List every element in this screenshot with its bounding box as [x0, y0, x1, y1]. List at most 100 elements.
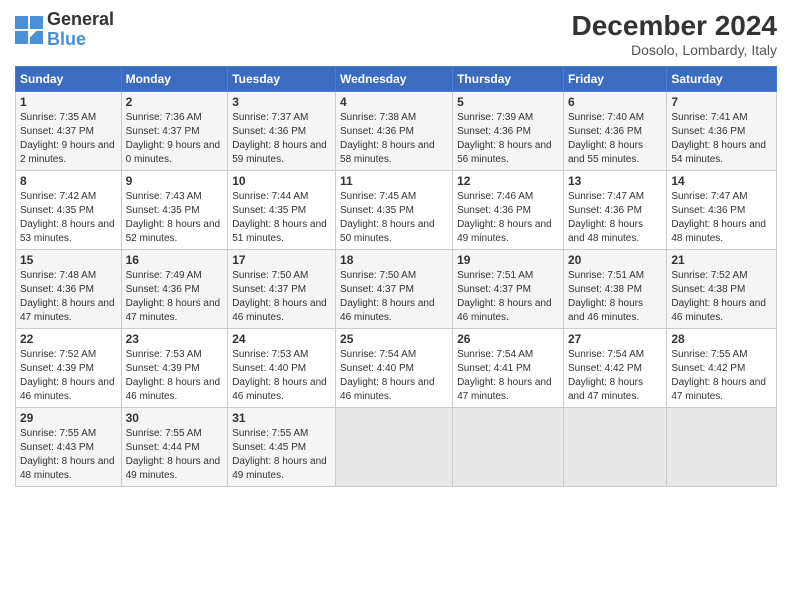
- day-number: 20: [568, 253, 662, 267]
- cell-content: Sunrise: 7:49 AMSunset: 4:36 PMDaylight:…: [126, 269, 224, 325]
- day-number: 28: [671, 332, 772, 346]
- day-number: 6: [568, 95, 662, 109]
- cell-content: Sunrise: 7:36 AMSunset: 4:37 PMDaylight:…: [126, 111, 224, 167]
- day-cell: 5Sunrise: 7:39 AMSunset: 4:36 PMDaylight…: [453, 92, 564, 171]
- day-number: 13: [568, 174, 662, 188]
- week-row-5: 29 Sunrise: 7:55 AMSunset: 4:43 PMDayligh…: [16, 408, 777, 487]
- page-title: December 2024: [572, 10, 777, 42]
- day-number: 14: [671, 174, 772, 188]
- cell-content: Sunrise: 7:53 AMSunset: 4:40 PMDaylight:…: [232, 348, 331, 404]
- cell-content: Sunrise: 7:47 AMSunset: 4:36 PMDaylight:…: [568, 190, 662, 246]
- day-cell: [453, 408, 564, 487]
- cell-content: Sunrise: 7:38 AMSunset: 4:36 PMDaylight:…: [340, 111, 448, 167]
- page-subtitle: Dosolo, Lombardy, Italy: [572, 42, 777, 58]
- cell-content: Sunrise: 7:55 AMSunset: 4:43 PMDaylight:…: [20, 427, 117, 483]
- day-cell: 8 Sunrise: 7:42 AMSunset: 4:35 PMDaylight…: [16, 171, 122, 250]
- day-number: 17: [232, 253, 331, 267]
- day-cell: 12Sunrise: 7:46 AMSunset: 4:36 PMDayligh…: [453, 171, 564, 250]
- day-number: 22: [20, 332, 117, 346]
- week-row-3: 15Sunrise: 7:48 AMSunset: 4:36 PMDayligh…: [16, 250, 777, 329]
- cell-content: Sunrise: 7:50 AMSunset: 4:37 PMDaylight:…: [232, 269, 331, 325]
- week-row-2: 8 Sunrise: 7:42 AMSunset: 4:35 PMDaylight…: [16, 171, 777, 250]
- day-number: 29: [20, 411, 117, 425]
- cell-content: Sunrise: 7:52 AMSunset: 4:38 PMDaylight:…: [671, 269, 772, 325]
- day-number: 15: [20, 253, 117, 267]
- day-number: 16: [126, 253, 224, 267]
- day-cell: 9Sunrise: 7:43 AMSunset: 4:35 PMDaylight…: [121, 171, 228, 250]
- logo-general: General: [47, 10, 114, 30]
- day-number: 25: [340, 332, 448, 346]
- cell-content: Sunrise: 7:55 AMSunset: 4:45 PMDaylight:…: [232, 427, 331, 483]
- day-cell: 7Sunrise: 7:41 AMSunset: 4:36 PMDaylight…: [667, 92, 777, 171]
- day-cell: 27 Sunrise: 7:54 AMSunset: 4:42 PMDayligh…: [563, 329, 666, 408]
- col-header-monday: Monday: [121, 67, 228, 92]
- day-cell: 14 Sunrise: 7:47 AMSunset: 4:36 PMDayligh…: [667, 171, 777, 250]
- logo-icon: [15, 16, 43, 44]
- logo: General Blue: [15, 10, 114, 50]
- cell-content: Sunrise: 7:45 AMSunset: 4:35 PMDaylight:…: [340, 190, 448, 246]
- day-number: 18: [340, 253, 448, 267]
- col-header-sunday: Sunday: [16, 67, 122, 92]
- day-number: 10: [232, 174, 331, 188]
- day-cell: 21 Sunrise: 7:52 AMSunset: 4:38 PMDayligh…: [667, 250, 777, 329]
- week-row-4: 22Sunrise: 7:52 AMSunset: 4:39 PMDayligh…: [16, 329, 777, 408]
- week-row-1: 1Sunrise: 7:35 AMSunset: 4:37 PMDaylight…: [16, 92, 777, 171]
- day-cell: 25 Sunrise: 7:54 AMSunset: 4:40 PMDayligh…: [336, 329, 453, 408]
- day-number: 2: [126, 95, 224, 109]
- day-number: 24: [232, 332, 331, 346]
- day-cell: 28 Sunrise: 7:55 AMSunset: 4:42 PMDayligh…: [667, 329, 777, 408]
- day-number: 8: [20, 174, 117, 188]
- cell-content: Sunrise: 7:47 AMSunset: 4:36 PMDaylight:…: [671, 190, 772, 246]
- day-cell: 4 Sunrise: 7:38 AMSunset: 4:36 PMDaylight…: [336, 92, 453, 171]
- day-cell: 6 Sunrise: 7:40 AMSunset: 4:36 PMDaylight…: [563, 92, 666, 171]
- day-number: 1: [20, 95, 117, 109]
- col-header-wednesday: Wednesday: [336, 67, 453, 92]
- cell-content: Sunrise: 7:55 AMSunset: 4:42 PMDaylight:…: [671, 348, 772, 404]
- day-cell: 16 Sunrise: 7:49 AMSunset: 4:36 PMDayligh…: [121, 250, 228, 329]
- cell-content: Sunrise: 7:50 AMSunset: 4:37 PMDaylight:…: [340, 269, 448, 325]
- day-number: 9: [126, 174, 224, 188]
- day-number: 7: [671, 95, 772, 109]
- day-cell: 22Sunrise: 7:52 AMSunset: 4:39 PMDayligh…: [16, 329, 122, 408]
- day-cell: 30 Sunrise: 7:55 AMSunset: 4:44 PMDayligh…: [121, 408, 228, 487]
- day-number: 19: [457, 253, 559, 267]
- day-cell: 24 Sunrise: 7:53 AMSunset: 4:40 PMDayligh…: [228, 329, 336, 408]
- title-block: December 2024 Dosolo, Lombardy, Italy: [572, 10, 777, 58]
- day-cell: 29 Sunrise: 7:55 AMSunset: 4:43 PMDayligh…: [16, 408, 122, 487]
- day-number: 21: [671, 253, 772, 267]
- col-header-tuesday: Tuesday: [228, 67, 336, 92]
- day-cell: 1Sunrise: 7:35 AMSunset: 4:37 PMDaylight…: [16, 92, 122, 171]
- day-number: 31: [232, 411, 331, 425]
- day-cell: 3 Sunrise: 7:37 AMSunset: 4:36 PMDaylight…: [228, 92, 336, 171]
- day-cell: [667, 408, 777, 487]
- cell-content: Sunrise: 7:46 AMSunset: 4:36 PMDaylight:…: [457, 190, 559, 246]
- cell-content: Sunrise: 7:54 AMSunset: 4:40 PMDaylight:…: [340, 348, 448, 404]
- day-number: 23: [126, 332, 224, 346]
- day-number: 3: [232, 95, 331, 109]
- day-number: 27: [568, 332, 662, 346]
- cell-content: Sunrise: 7:37 AMSunset: 4:36 PMDaylight:…: [232, 111, 331, 167]
- header-row: SundayMondayTuesdayWednesdayThursdayFrid…: [16, 67, 777, 92]
- col-header-thursday: Thursday: [453, 67, 564, 92]
- cell-content: Sunrise: 7:39 AMSunset: 4:36 PMDaylight:…: [457, 111, 559, 167]
- cell-content: Sunrise: 7:54 AMSunset: 4:42 PMDaylight:…: [568, 348, 662, 404]
- cell-content: Sunrise: 7:51 AMSunset: 4:37 PMDaylight:…: [457, 269, 559, 325]
- day-cell: 19 Sunrise: 7:51 AMSunset: 4:37 PMDayligh…: [453, 250, 564, 329]
- day-number: 4: [340, 95, 448, 109]
- day-cell: 10 Sunrise: 7:44 AMSunset: 4:35 PMDayligh…: [228, 171, 336, 250]
- cell-content: Sunrise: 7:55 AMSunset: 4:44 PMDaylight:…: [126, 427, 224, 483]
- cell-content: Sunrise: 7:42 AMSunset: 4:35 PMDaylight:…: [20, 190, 117, 246]
- cell-content: Sunrise: 7:53 AMSunset: 4:39 PMDaylight:…: [126, 348, 224, 404]
- header: General Blue December 2024 Dosolo, Lomba…: [15, 10, 777, 58]
- logo-text: General Blue: [47, 10, 114, 50]
- day-cell: 31 Sunrise: 7:55 AMSunset: 4:45 PMDayligh…: [228, 408, 336, 487]
- cell-content: Sunrise: 7:44 AMSunset: 4:35 PMDaylight:…: [232, 190, 331, 246]
- day-cell: [336, 408, 453, 487]
- day-cell: 17 Sunrise: 7:50 AMSunset: 4:37 PMDayligh…: [228, 250, 336, 329]
- day-number: 30: [126, 411, 224, 425]
- day-cell: 11Sunrise: 7:45 AMSunset: 4:35 PMDayligh…: [336, 171, 453, 250]
- cell-content: Sunrise: 7:40 AMSunset: 4:36 PMDaylight:…: [568, 111, 662, 167]
- day-number: 26: [457, 332, 559, 346]
- day-cell: 15Sunrise: 7:48 AMSunset: 4:36 PMDayligh…: [16, 250, 122, 329]
- cell-content: Sunrise: 7:54 AMSunset: 4:41 PMDaylight:…: [457, 348, 559, 404]
